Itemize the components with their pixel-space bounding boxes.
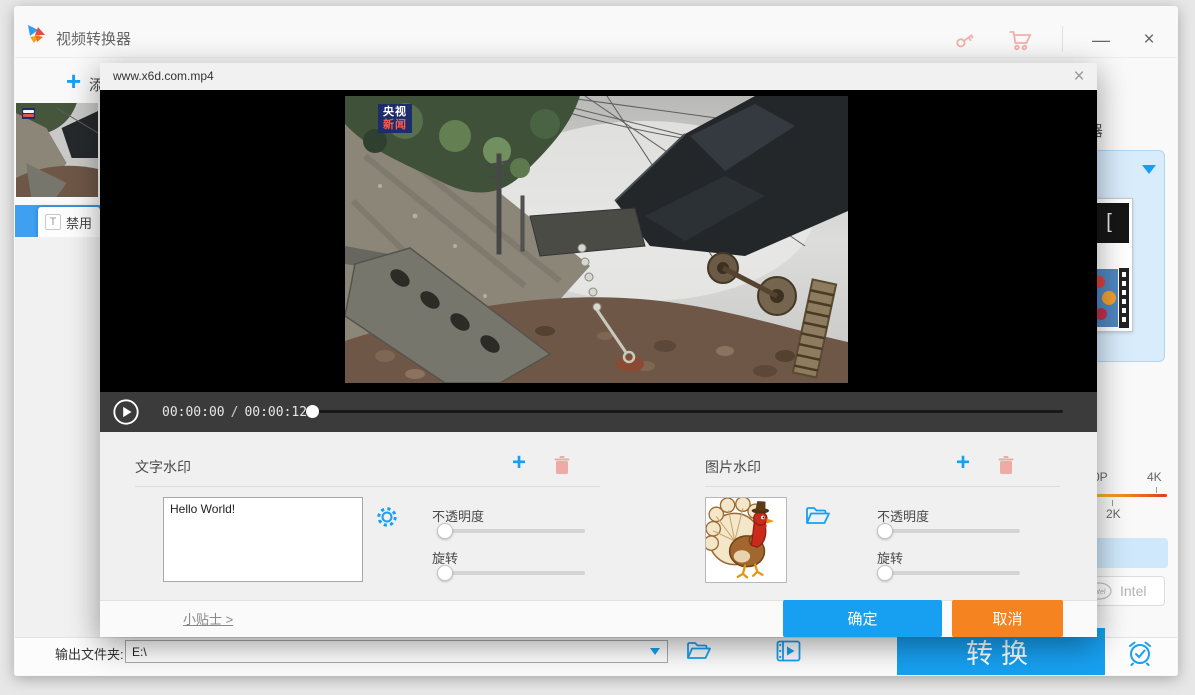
play-icon [123, 407, 131, 417]
resolution-label-4k: 4K [1147, 470, 1162, 484]
schedule-alarm-icon[interactable] [1126, 639, 1154, 667]
image-watermark-title: 图片水印 [705, 457, 761, 477]
cctv-badge-line2: 新闻 [383, 119, 407, 132]
dialog-close-button[interactable]: × [1066, 65, 1092, 89]
add-image-watermark-button[interactable]: + [956, 452, 970, 474]
intel-label: Intel [1120, 583, 1146, 599]
image-rotate-label: 旋转 [877, 548, 903, 567]
image-rotate-slider-thumb[interactable] [877, 565, 893, 581]
titlebar-separator [1062, 26, 1063, 52]
text-opacity-slider-track[interactable] [437, 529, 585, 533]
thumbnail-cctv-badge [22, 108, 35, 119]
minimize-button[interactable]: — [1086, 27, 1116, 53]
output-folder-label: 输出文件夹: [55, 644, 124, 663]
video-frame [345, 96, 848, 383]
text-opacity-label: 不透明度 [432, 506, 484, 525]
time-display: 00:00:00 / 00:00:12 [162, 405, 307, 420]
tab-disable-label: 禁用 [66, 213, 92, 232]
open-output-folder-icon[interactable] [686, 640, 712, 662]
text-watermark-title: 文字水印 [135, 457, 191, 477]
seek-slider-thumb[interactable] [306, 405, 319, 418]
cart-icon[interactable] [1006, 28, 1032, 52]
image-rotate-slider-track[interactable] [877, 571, 1020, 575]
cancel-button[interactable]: 取消 [952, 600, 1063, 637]
resolution-label-2k: 2K [1106, 507, 1121, 521]
tab-disable[interactable]: T 禁用 [38, 207, 100, 237]
file-list-panel [15, 237, 100, 637]
output-path-input[interactable] [126, 645, 650, 659]
delete-image-watermark-trash-icon[interactable] [997, 455, 1015, 475]
text-tool-icon: T [45, 214, 61, 230]
browse-image-folder-icon[interactable] [805, 505, 831, 527]
watermark-text-input[interactable]: Hello World! [163, 497, 363, 582]
dialog-header [100, 63, 1097, 90]
add-text-watermark-button[interactable]: + [512, 452, 526, 474]
time-current: 00:00:00 [162, 405, 225, 420]
titlebar-divider [15, 57, 1177, 58]
cctv-news-badge: 央视 新闻 [378, 104, 412, 133]
resolution-tick-4k [1156, 487, 1157, 493]
time-separator: / [231, 405, 239, 420]
text-settings-gear-icon[interactable] [375, 505, 399, 529]
dialog-title: www.x6d.com.mp4 [113, 69, 214, 83]
close-button[interactable]: × [1134, 27, 1164, 53]
output-folder-combo[interactable] [125, 640, 668, 663]
app-logo-icon [26, 24, 46, 44]
image-opacity-slider-thumb[interactable] [877, 523, 893, 539]
seek-slider-track[interactable] [305, 410, 1063, 413]
format-dropdown-arrow-icon[interactable] [1142, 165, 1156, 174]
register-key-icon[interactable] [953, 28, 977, 52]
time-total: 00:00:12 [244, 405, 307, 420]
add-file-button[interactable]: + [66, 66, 81, 97]
watermark-image-preview[interactable] [705, 497, 787, 583]
image-opacity-slider-track[interactable] [877, 529, 1020, 533]
image-watermark-divider [705, 486, 1060, 487]
app-title: 视频转换器 [56, 28, 131, 49]
media-library-icon[interactable] [776, 640, 802, 662]
text-rotate-slider-thumb[interactable] [437, 565, 453, 581]
resolution-tick-2k [1112, 500, 1113, 506]
text-opacity-slider-thumb[interactable] [437, 523, 453, 539]
text-rotate-slider-track[interactable] [437, 571, 585, 575]
dialog-footer [100, 600, 1097, 637]
combo-dropdown-arrow-icon[interactable] [650, 648, 660, 655]
cctv-badge-line1: 央视 [383, 106, 407, 119]
play-button[interactable] [112, 398, 140, 426]
delete-text-watermark-trash-icon[interactable] [553, 455, 571, 475]
turkey-image [706, 498, 786, 582]
text-watermark-divider [135, 486, 600, 487]
ok-button[interactable]: 确定 [783, 600, 942, 637]
tips-link[interactable]: 小贴士 > [183, 609, 233, 628]
